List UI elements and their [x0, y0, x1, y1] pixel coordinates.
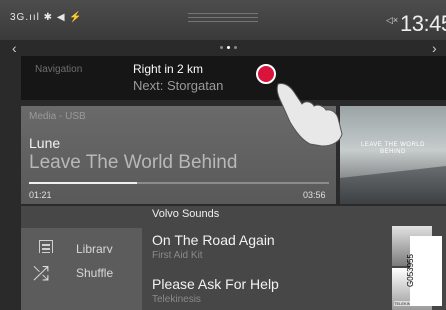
pointing-hand-icon: [276, 83, 343, 147]
album-cover-landscape: [340, 166, 446, 204]
album-cover-title: LEAVE THE WORLD BEHIND: [361, 142, 425, 155]
media-source-label: Media - USB: [29, 111, 86, 122]
list-item-title[interactable]: On The Road Again: [152, 232, 275, 248]
mute-icon: ◁×: [386, 15, 399, 25]
figure-id-text: G053955: [405, 254, 415, 287]
shuffle-label: Shuffle: [76, 266, 114, 280]
shuffle-icon: ⤮: [33, 263, 49, 285]
signal-status-icons: 3G.ııl ✱ ◀ ⚡: [10, 12, 83, 23]
artist-name: Lune: [29, 135, 61, 151]
pull-down-handle[interactable]: [188, 13, 258, 23]
navigation-instruction: Right in 2 km: [133, 62, 204, 76]
page-indicator: [220, 46, 237, 49]
status-bar: 3G.ııl ✱ ◀ ⚡ ◁× 13:45: [0, 0, 446, 40]
chevron-left-icon[interactable]: ‹: [12, 40, 17, 56]
list-item-subtitle: Telekinesis: [152, 294, 201, 305]
track-title: Leave The World Behind: [29, 152, 238, 173]
figure-id-label: G053955: [406, 236, 442, 306]
chevron-right-icon[interactable]: ›: [432, 40, 437, 56]
shuffle-button[interactable]: ⤮ Shuffle: [21, 253, 142, 310]
total-time: 03:56: [303, 190, 326, 200]
progress-bar[interactable]: [29, 182, 329, 184]
navigation-tile-title: Navigation: [35, 64, 83, 75]
clock: 13:45: [400, 11, 446, 36]
touch-point-indicator: [256, 64, 276, 84]
list-item-subtitle: First Aid Kit: [152, 250, 203, 261]
playlist-header: Volvo Sounds: [152, 208, 220, 220]
elapsed-time: 01:21: [29, 190, 52, 200]
navigation-next-street: Next: Storgatan: [133, 78, 224, 93]
navigation-tile[interactable]: Navigation Right in 2 km Next: Storgatan: [21, 56, 446, 100]
progress-fill: [29, 182, 137, 184]
album-art[interactable]: LEAVE THE WORLD BEHIND: [340, 106, 446, 204]
list-item-title[interactable]: Please Ask For Help: [152, 276, 279, 292]
